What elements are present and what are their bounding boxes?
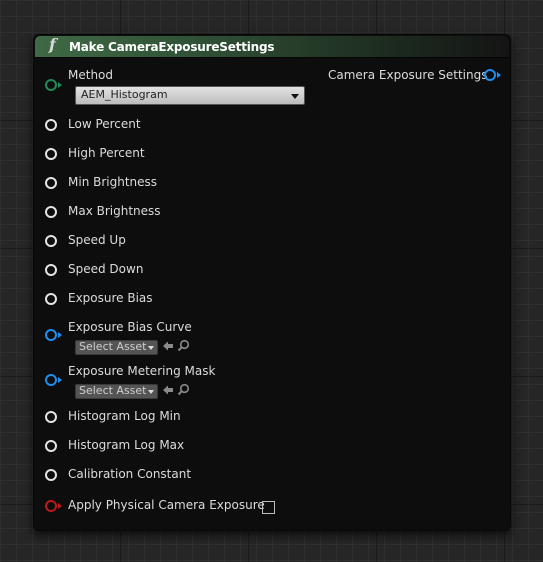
input-label-high-percent: High Percent bbox=[68, 146, 145, 160]
method-pin-arrow-icon bbox=[58, 82, 62, 88]
input-label-min-brightness: Min Brightness bbox=[68, 175, 158, 189]
select-asset-dropdown-bias-curve[interactable]: Select Asset bbox=[75, 340, 158, 355]
select-asset-dropdown-metering-mask[interactable]: Select Asset bbox=[75, 384, 158, 399]
make-camera-exposure-settings-node[interactable]: f Make CameraExposureSettings Method AEM… bbox=[33, 34, 511, 531]
input-pin-high-percent[interactable] bbox=[45, 148, 57, 160]
pin-arrow-icon bbox=[58, 377, 62, 383]
output-pin[interactable] bbox=[484, 69, 496, 81]
input-label-exposure-bias-curve: Exposure Bias Curve bbox=[68, 320, 192, 334]
browse-asset-search-icon[interactable] bbox=[177, 339, 190, 352]
browse-asset-search-icon[interactable] bbox=[177, 383, 190, 396]
node-title: Make CameraExposureSettings bbox=[69, 40, 275, 54]
function-icon: f bbox=[49, 35, 56, 54]
input-pin-speed-down[interactable] bbox=[45, 264, 57, 276]
chevron-down-icon bbox=[148, 346, 154, 350]
apply-physical-camera-exposure-checkbox[interactable] bbox=[262, 501, 275, 514]
method-pin[interactable] bbox=[45, 79, 57, 91]
use-selected-asset-icon[interactable] bbox=[162, 340, 174, 352]
chevron-down-icon bbox=[291, 94, 299, 99]
method-label: Method bbox=[68, 68, 114, 82]
input-label-histogram-log-max: Histogram Log Max bbox=[68, 438, 185, 452]
input-label-calibration-constant: Calibration Constant bbox=[68, 467, 192, 481]
select-asset-label: Select Asset bbox=[79, 384, 147, 397]
pin-arrow-icon bbox=[58, 332, 62, 338]
input-pin-exposure-bias[interactable] bbox=[45, 293, 57, 305]
method-value: AEM_Histogram bbox=[81, 88, 168, 101]
output-pin-arrow-icon bbox=[497, 72, 501, 78]
input-label-low-percent: Low Percent bbox=[68, 117, 141, 131]
pin-arrow-icon bbox=[58, 503, 62, 509]
select-asset-label: Select Asset bbox=[79, 340, 147, 353]
input-label-max-brightness: Max Brightness bbox=[68, 204, 161, 218]
chevron-down-icon bbox=[148, 390, 154, 394]
node-header[interactable]: f Make CameraExposureSettings bbox=[35, 35, 509, 58]
input-label-speed-up: Speed Up bbox=[68, 233, 126, 247]
input-pin-histogram-log-max[interactable] bbox=[45, 440, 57, 452]
input-pin-apply-physical-camera-exposure[interactable] bbox=[45, 500, 57, 512]
input-label-apply-physical-camera-exposure: Apply Physical Camera Exposure bbox=[68, 498, 265, 512]
input-pin-max-brightness[interactable] bbox=[45, 206, 57, 218]
method-dropdown[interactable]: AEM_Histogram bbox=[75, 86, 305, 105]
input-label-speed-down: Speed Down bbox=[68, 262, 144, 276]
input-pin-speed-up[interactable] bbox=[45, 235, 57, 247]
input-pin-calibration-constant[interactable] bbox=[45, 469, 57, 481]
input-pin-exposure-bias-curve[interactable] bbox=[45, 329, 57, 341]
input-label-exposure-metering-mask: Exposure Metering Mask bbox=[68, 364, 216, 378]
input-pin-low-percent[interactable] bbox=[45, 119, 57, 131]
input-pin-exposure-metering-mask[interactable] bbox=[45, 374, 57, 386]
input-label-exposure-bias: Exposure Bias bbox=[68, 291, 153, 305]
output-label: Camera Exposure Settings bbox=[328, 68, 488, 82]
input-pin-histogram-log-min[interactable] bbox=[45, 411, 57, 423]
input-pin-min-brightness[interactable] bbox=[45, 177, 57, 189]
use-selected-asset-icon[interactable] bbox=[162, 384, 174, 396]
input-label-histogram-log-min: Histogram Log Min bbox=[68, 409, 181, 423]
